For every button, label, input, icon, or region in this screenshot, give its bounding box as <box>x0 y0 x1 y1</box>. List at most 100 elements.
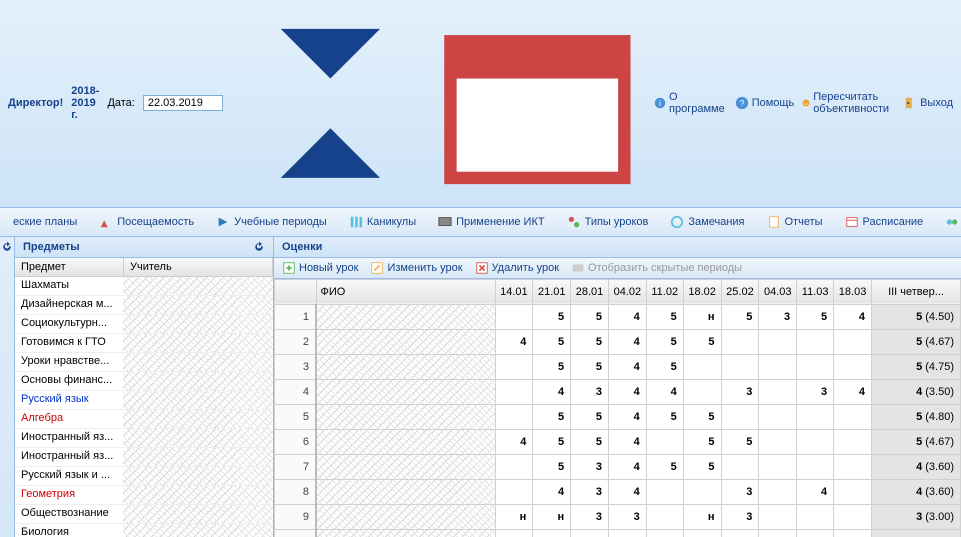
grade-cell[interactable] <box>797 429 834 454</box>
grade-cell[interactable]: 3 <box>571 479 609 504</box>
grade-cell[interactable] <box>495 404 533 429</box>
grade-cell[interactable]: 4 <box>834 529 872 537</box>
grade-cell[interactable]: 3 <box>721 479 759 504</box>
grade-row[interactable]: 10433544 (3.50) <box>275 529 961 537</box>
date-spinner-icon[interactable] <box>231 4 430 203</box>
grade-cell[interactable]: 3 <box>608 529 646 537</box>
grade-cell[interactable]: 4 <box>834 379 872 404</box>
grade-row[interactable]: 9нн33н33 (3.00) <box>275 504 961 529</box>
grade-row[interactable]: 15545н53545 (4.50) <box>275 304 961 329</box>
grade-row[interactable]: 355455 (4.75) <box>275 354 961 379</box>
grade-cell[interactable] <box>797 404 834 429</box>
subject-row[interactable]: Шахматы <box>15 277 273 296</box>
grade-cell[interactable]: 5 <box>721 304 759 329</box>
grade-cell[interactable] <box>834 404 872 429</box>
grade-cell[interactable]: 5 <box>683 329 721 354</box>
col-quarter[interactable]: III четвер... <box>872 279 961 304</box>
subject-row[interactable]: Биология <box>15 524 273 537</box>
nav-attendance[interactable]: Посещаемость <box>90 211 203 233</box>
grade-row[interactable]: 24554555 (4.67) <box>275 329 961 354</box>
nav-holidays[interactable]: Каникулы <box>340 211 425 233</box>
grade-cell[interactable] <box>646 429 683 454</box>
grade-cell[interactable] <box>834 504 872 529</box>
grade-cell[interactable]: 4 <box>608 304 646 329</box>
grade-cell[interactable]: 3 <box>571 379 609 404</box>
grade-cell[interactable]: 5 <box>721 429 759 454</box>
grade-cell[interactable] <box>533 529 571 537</box>
grade-cell[interactable]: 5 <box>646 354 683 379</box>
grade-cell[interactable]: 3 <box>608 504 646 529</box>
grade-cell[interactable]: 5 <box>571 354 609 379</box>
grade-cell[interactable] <box>759 379 797 404</box>
grade-cell[interactable] <box>646 504 683 529</box>
grade-cell[interactable]: 4 <box>533 479 571 504</box>
subject-row[interactable]: Иностранный яз... <box>15 429 273 448</box>
grade-cell[interactable] <box>759 354 797 379</box>
exit-link[interactable]: Выход <box>903 96 953 110</box>
subject-row[interactable]: Уроки нравстве... <box>15 353 273 372</box>
subject-row[interactable]: Дизайнерская м... <box>15 296 273 315</box>
grade-cell[interactable]: 5 <box>683 454 721 479</box>
col-date[interactable]: 18.03 <box>834 279 872 304</box>
grade-cell[interactable]: 4 <box>608 404 646 429</box>
grade-cell[interactable]: 4 <box>495 329 533 354</box>
grade-cell[interactable]: 5 <box>646 404 683 429</box>
nav-substitutions[interactable]: Замен <box>936 211 961 233</box>
grade-cell[interactable]: 3 <box>571 454 609 479</box>
nav-plans[interactable]: еские планы <box>4 211 86 233</box>
grade-cell[interactable]: 4 <box>646 379 683 404</box>
nav-periods[interactable]: Учебные периоды <box>207 211 336 233</box>
grade-cell[interactable] <box>797 529 834 537</box>
col-date[interactable]: 28.01 <box>571 279 609 304</box>
nav-schedule[interactable]: Расписание <box>836 211 933 233</box>
new-lesson-button[interactable]: Новый урок <box>282 261 358 275</box>
grade-cell[interactable] <box>721 404 759 429</box>
grade-cell[interactable] <box>834 454 872 479</box>
col-date[interactable]: 04.03 <box>759 279 797 304</box>
subject-row[interactable]: Социокультурн... <box>15 315 273 334</box>
nav-lesson-types[interactable]: Типы уроков <box>558 211 658 233</box>
grade-cell[interactable] <box>797 329 834 354</box>
grade-cell[interactable] <box>834 429 872 454</box>
grade-cell[interactable] <box>495 379 533 404</box>
col-subject[interactable]: Предмет <box>15 258 124 276</box>
grade-cell[interactable]: 5 <box>683 429 721 454</box>
grade-cell[interactable]: н <box>533 504 571 529</box>
help-link[interactable]: ?Помощь <box>735 96 795 110</box>
grade-cell[interactable]: 5 <box>646 329 683 354</box>
grade-cell[interactable]: 5 <box>646 454 683 479</box>
grade-cell[interactable]: 5 <box>571 304 609 329</box>
grade-row[interactable]: 5554555 (4.80) <box>275 404 961 429</box>
subject-row[interactable]: Обществознание <box>15 505 273 524</box>
grade-cell[interactable] <box>759 504 797 529</box>
grade-cell[interactable]: 4 <box>608 429 646 454</box>
grade-cell[interactable]: 3 <box>571 504 609 529</box>
about-link[interactable]: iО программе <box>654 91 727 115</box>
nav-reports[interactable]: Отчеты <box>758 211 832 233</box>
grade-row[interactable]: 8434344 (3.60) <box>275 479 961 504</box>
grade-cell[interactable]: 4 <box>608 379 646 404</box>
grade-cell[interactable] <box>797 354 834 379</box>
col-date[interactable]: 25.02 <box>721 279 759 304</box>
grade-cell[interactable]: 5 <box>571 329 609 354</box>
grade-cell[interactable]: 4 <box>533 379 571 404</box>
grade-cell[interactable]: 5 <box>533 329 571 354</box>
grade-cell[interactable]: 5 <box>533 429 571 454</box>
grade-cell[interactable]: 5 <box>533 454 571 479</box>
grade-cell[interactable] <box>721 354 759 379</box>
grade-cell[interactable] <box>495 479 533 504</box>
grade-row[interactable]: 443443344 (3.50) <box>275 379 961 404</box>
subject-row[interactable]: Основы финанс... <box>15 372 273 391</box>
date-input[interactable] <box>143 95 223 111</box>
grade-cell[interactable]: 5 <box>683 404 721 429</box>
grade-cell[interactable] <box>683 354 721 379</box>
grade-cell[interactable]: 4 <box>608 329 646 354</box>
subject-row[interactable]: Готовимся к ГТО <box>15 334 273 353</box>
grade-cell[interactable] <box>495 304 533 329</box>
grade-cell[interactable] <box>683 479 721 504</box>
grade-cell[interactable]: 5 <box>646 304 683 329</box>
col-date[interactable]: 14.01 <box>495 279 533 304</box>
grade-cell[interactable]: 4 <box>495 429 533 454</box>
col-date[interactable]: 04.02 <box>608 279 646 304</box>
grade-cell[interactable]: 5 <box>533 304 571 329</box>
